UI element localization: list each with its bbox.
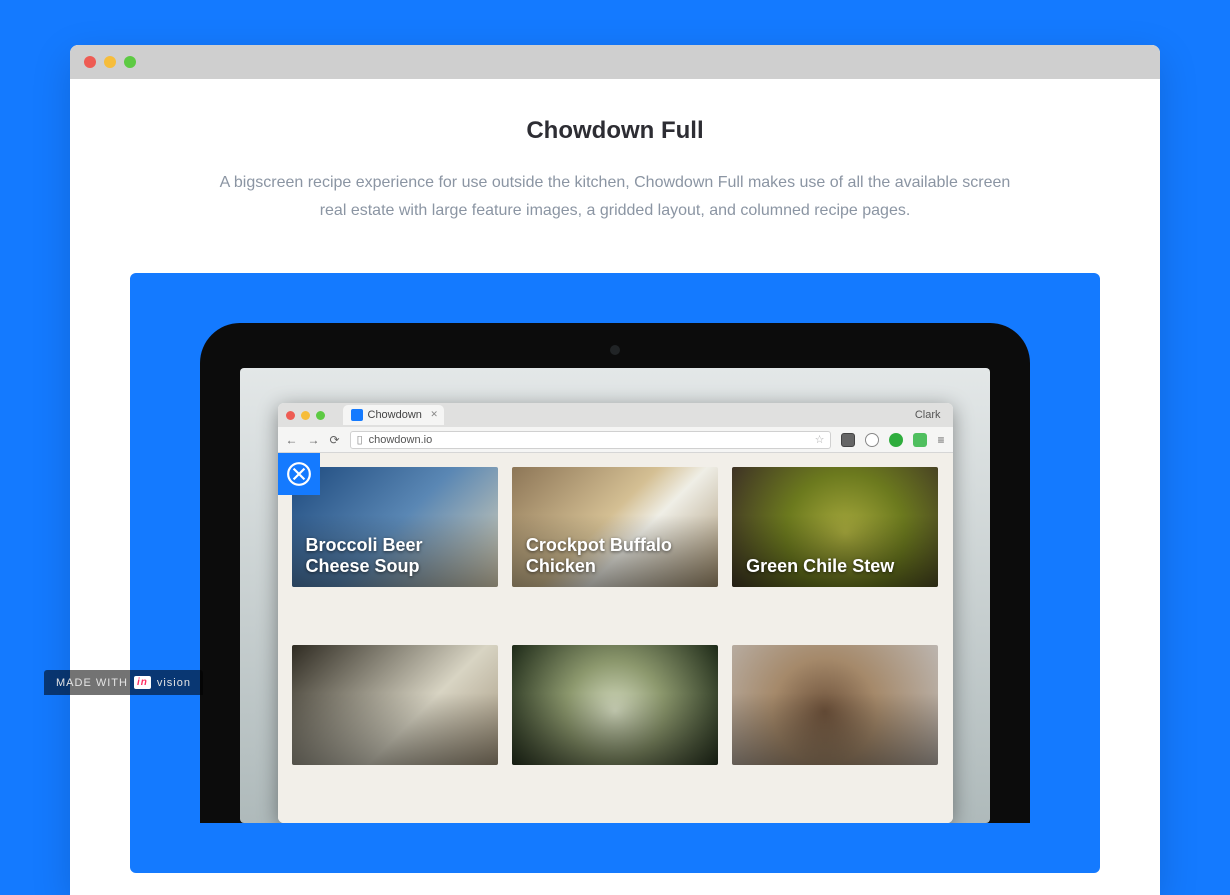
tab-close-icon[interactable]: ✕ [430,409,438,420]
extension-icon[interactable] [865,433,879,447]
chrome-menu-icon[interactable]: ≡ [937,433,944,447]
chrome-minimize-dot[interactable] [301,411,310,420]
recipe-title: Green Chile Stew [746,556,894,577]
window-minimize-dot[interactable] [104,56,116,68]
chrome-tab-strip: Chowdown ✕ Clark [278,403,953,427]
recipe-title: Broccoli Beer Cheese Soup [306,535,484,577]
address-bar[interactable]: ▯ chowdown.io ☆ [350,431,832,449]
chrome-close-dot[interactable] [286,411,295,420]
recipe-grid: Broccoli Beer Cheese Soup Crockpot Buffa… [292,467,939,809]
recipe-tile[interactable]: Crockpot Buffalo Chicken [512,467,718,587]
tab-title: Chowdown [368,409,422,421]
demo-panel: Chowdown ✕ Clark ← → ⟳ ▯ [130,273,1100,873]
window-zoom-dot[interactable] [124,56,136,68]
page-description: A bigscreen recipe experience for use ou… [205,169,1025,225]
extension-icon[interactable] [841,433,855,447]
camera-icon [610,345,620,355]
badge-brand-suffix: vision [157,677,191,689]
chrome-profile-label[interactable]: Clark [915,409,945,421]
monitor-mockup: Chowdown ✕ Clark ← → ⟳ ▯ [200,323,1030,823]
page-info-icon[interactable]: ▯ [357,433,363,446]
chrome-window: Chowdown ✕ Clark ← → ⟳ ▯ [278,403,953,823]
chrome-toolbar: ← → ⟳ ▯ chowdown.io ☆ [278,427,953,453]
outer-window-titlebar [70,45,1160,79]
monitor-screen: Chowdown ✕ Clark ← → ⟳ ▯ [240,368,990,823]
reload-icon[interactable]: ⟳ [330,433,340,447]
site-logo-icon[interactable] [278,453,320,495]
address-url: chowdown.io [369,434,433,446]
recipe-tile[interactable] [292,645,498,765]
window-close-dot[interactable] [84,56,96,68]
site-content: Broccoli Beer Cheese Soup Crockpot Buffa… [278,453,953,823]
forward-icon[interactable]: → [308,433,320,447]
bookmark-star-icon[interactable]: ☆ [815,433,825,446]
favicon-icon [351,409,363,421]
browser-tab[interactable]: Chowdown ✕ [343,405,444,425]
recipe-tile[interactable]: Green Chile Stew [732,467,938,587]
extension-icon[interactable] [889,433,903,447]
extension-icon[interactable] [913,433,927,447]
outer-content: Chowdown Full A bigscreen recipe experie… [70,79,1160,873]
recipe-title: Crockpot Buffalo Chicken [526,535,704,577]
made-with-invision-badge[interactable]: MADE WITH in vision [44,670,203,695]
back-icon[interactable]: ← [286,433,298,447]
invision-logo-icon: in [134,676,151,689]
badge-prefix: MADE WITH [56,677,128,689]
outer-browser-window: Chowdown Full A bigscreen recipe experie… [70,45,1160,895]
monitor-bezel: Chowdown ✕ Clark ← → ⟳ ▯ [200,323,1030,823]
chrome-zoom-dot[interactable] [316,411,325,420]
recipe-tile[interactable] [512,645,718,765]
page-title: Chowdown Full [130,117,1100,145]
recipe-tile[interactable] [732,645,938,765]
recipe-tile[interactable]: Broccoli Beer Cheese Soup [292,467,498,587]
